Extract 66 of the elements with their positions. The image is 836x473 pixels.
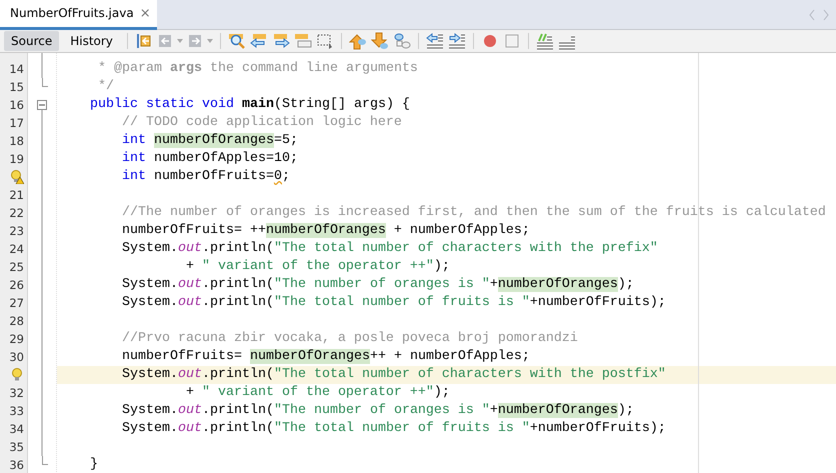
fold-end-icon — [42, 456, 48, 465]
code-line: } — [88, 456, 98, 473]
code-line: System.out.println("The total number of characters with the postfix" — [120, 366, 666, 384]
line-number: 18 — [9, 134, 24, 148]
code-line: + " variant of the operator ++"); — [184, 384, 450, 402]
find-previous-icon[interactable] — [250, 32, 268, 50]
shift-left-icon[interactable] — [426, 32, 444, 50]
file-tab-title: NumberOfFruits.java — [10, 6, 134, 20]
line-number: 25 — [9, 260, 24, 274]
lightbulb-icon[interactable] — [10, 368, 24, 382]
shapes-icon[interactable] — [392, 32, 411, 50]
code-line: System.out.println("The total number of characters with the prefix" — [120, 240, 658, 258]
line-number: 24 — [9, 242, 24, 256]
view-tab[interactable]: History — [63, 31, 120, 51]
code-line: */ — [96, 78, 114, 96]
fold-end-icon — [42, 78, 48, 87]
code-line: System.out.println("The total number of fruits is "+numberOfFruits); — [120, 420, 666, 438]
code-line: public static void main(String[] args) { — [88, 96, 410, 114]
line-number: 29 — [9, 332, 24, 346]
line-number: 14 — [9, 62, 24, 76]
code-line: * @param args the command line arguments — [96, 60, 418, 78]
line-number: 17 — [9, 116, 24, 130]
line-number: 32 — [9, 386, 24, 400]
line-number: 35 — [9, 440, 24, 454]
stop-macro-icon[interactable] — [502, 32, 521, 50]
line-number: 22 — [9, 206, 24, 220]
line-number: 36 — [9, 458, 24, 472]
line-number: 16 — [9, 98, 24, 112]
line-number: 34 — [9, 422, 24, 436]
close-tab-button[interactable]: × — [138, 6, 153, 20]
down-arrow-icon[interactable] — [370, 32, 389, 50]
code-line: int numberOfOranges=5; — [120, 132, 298, 150]
line-number: 21 — [9, 188, 24, 202]
line-number: 26 — [9, 278, 24, 292]
code-line: //Prvo racuna zbir vocaka, a posle poveca broj pomorandzi — [120, 330, 578, 348]
line-number: 15 — [9, 80, 24, 94]
line-number: 30 — [9, 350, 24, 364]
shift-right-icon[interactable] — [448, 32, 466, 50]
code-line: //The number of oranges is increased first, and then the sum of the fruits is calculated — [120, 204, 826, 222]
fold-toggle-icon[interactable] — [37, 100, 47, 114]
line-number: 27 — [9, 296, 24, 310]
line-number: 19 — [9, 152, 24, 166]
last-edit-icon[interactable] — [134, 32, 153, 50]
code-line: // TODO code application logic here — [120, 114, 402, 132]
search-icon[interactable] — [228, 32, 246, 50]
line-number: 33 — [9, 404, 24, 418]
caret-icon[interactable] — [176, 39, 183, 43]
lightbulb-warning-icon[interactable] — [10, 170, 24, 184]
code-line: System.out.println("The number of oranges is "+numberOfOranges); — [120, 276, 634, 294]
code-line: int numberOfFruits=0; — [120, 168, 290, 186]
view-tab[interactable]: Source — [4, 31, 60, 51]
comment-icon[interactable] — [536, 32, 554, 50]
find-next-icon[interactable] — [272, 32, 290, 50]
file-tab[interactable]: NumberOfFruits.java × — [0, 0, 157, 30]
code-line: numberOfFruits= numberOfOranges++ + numberOfApples; — [120, 348, 530, 366]
caret-icon[interactable] — [206, 39, 213, 43]
up-arrow-icon[interactable] — [348, 32, 367, 50]
code-line: System.out.println("The number of oranges is "+numberOfOranges); — [120, 402, 634, 420]
selection-icon[interactable] — [316, 32, 334, 50]
code-line: int numberOfApples=10; — [120, 150, 298, 168]
code-line: numberOfFruits= ++numberOfOranges + numberOfApples; — [120, 222, 530, 240]
toggle-highlight-icon[interactable] — [294, 32, 312, 50]
code-line: System.out.println("The total number of fruits is "+numberOfFruits); — [120, 294, 666, 312]
code-line: + " variant of the operator ++"); — [184, 258, 450, 276]
line-number: 28 — [9, 314, 24, 328]
line-number: 23 — [9, 224, 24, 238]
